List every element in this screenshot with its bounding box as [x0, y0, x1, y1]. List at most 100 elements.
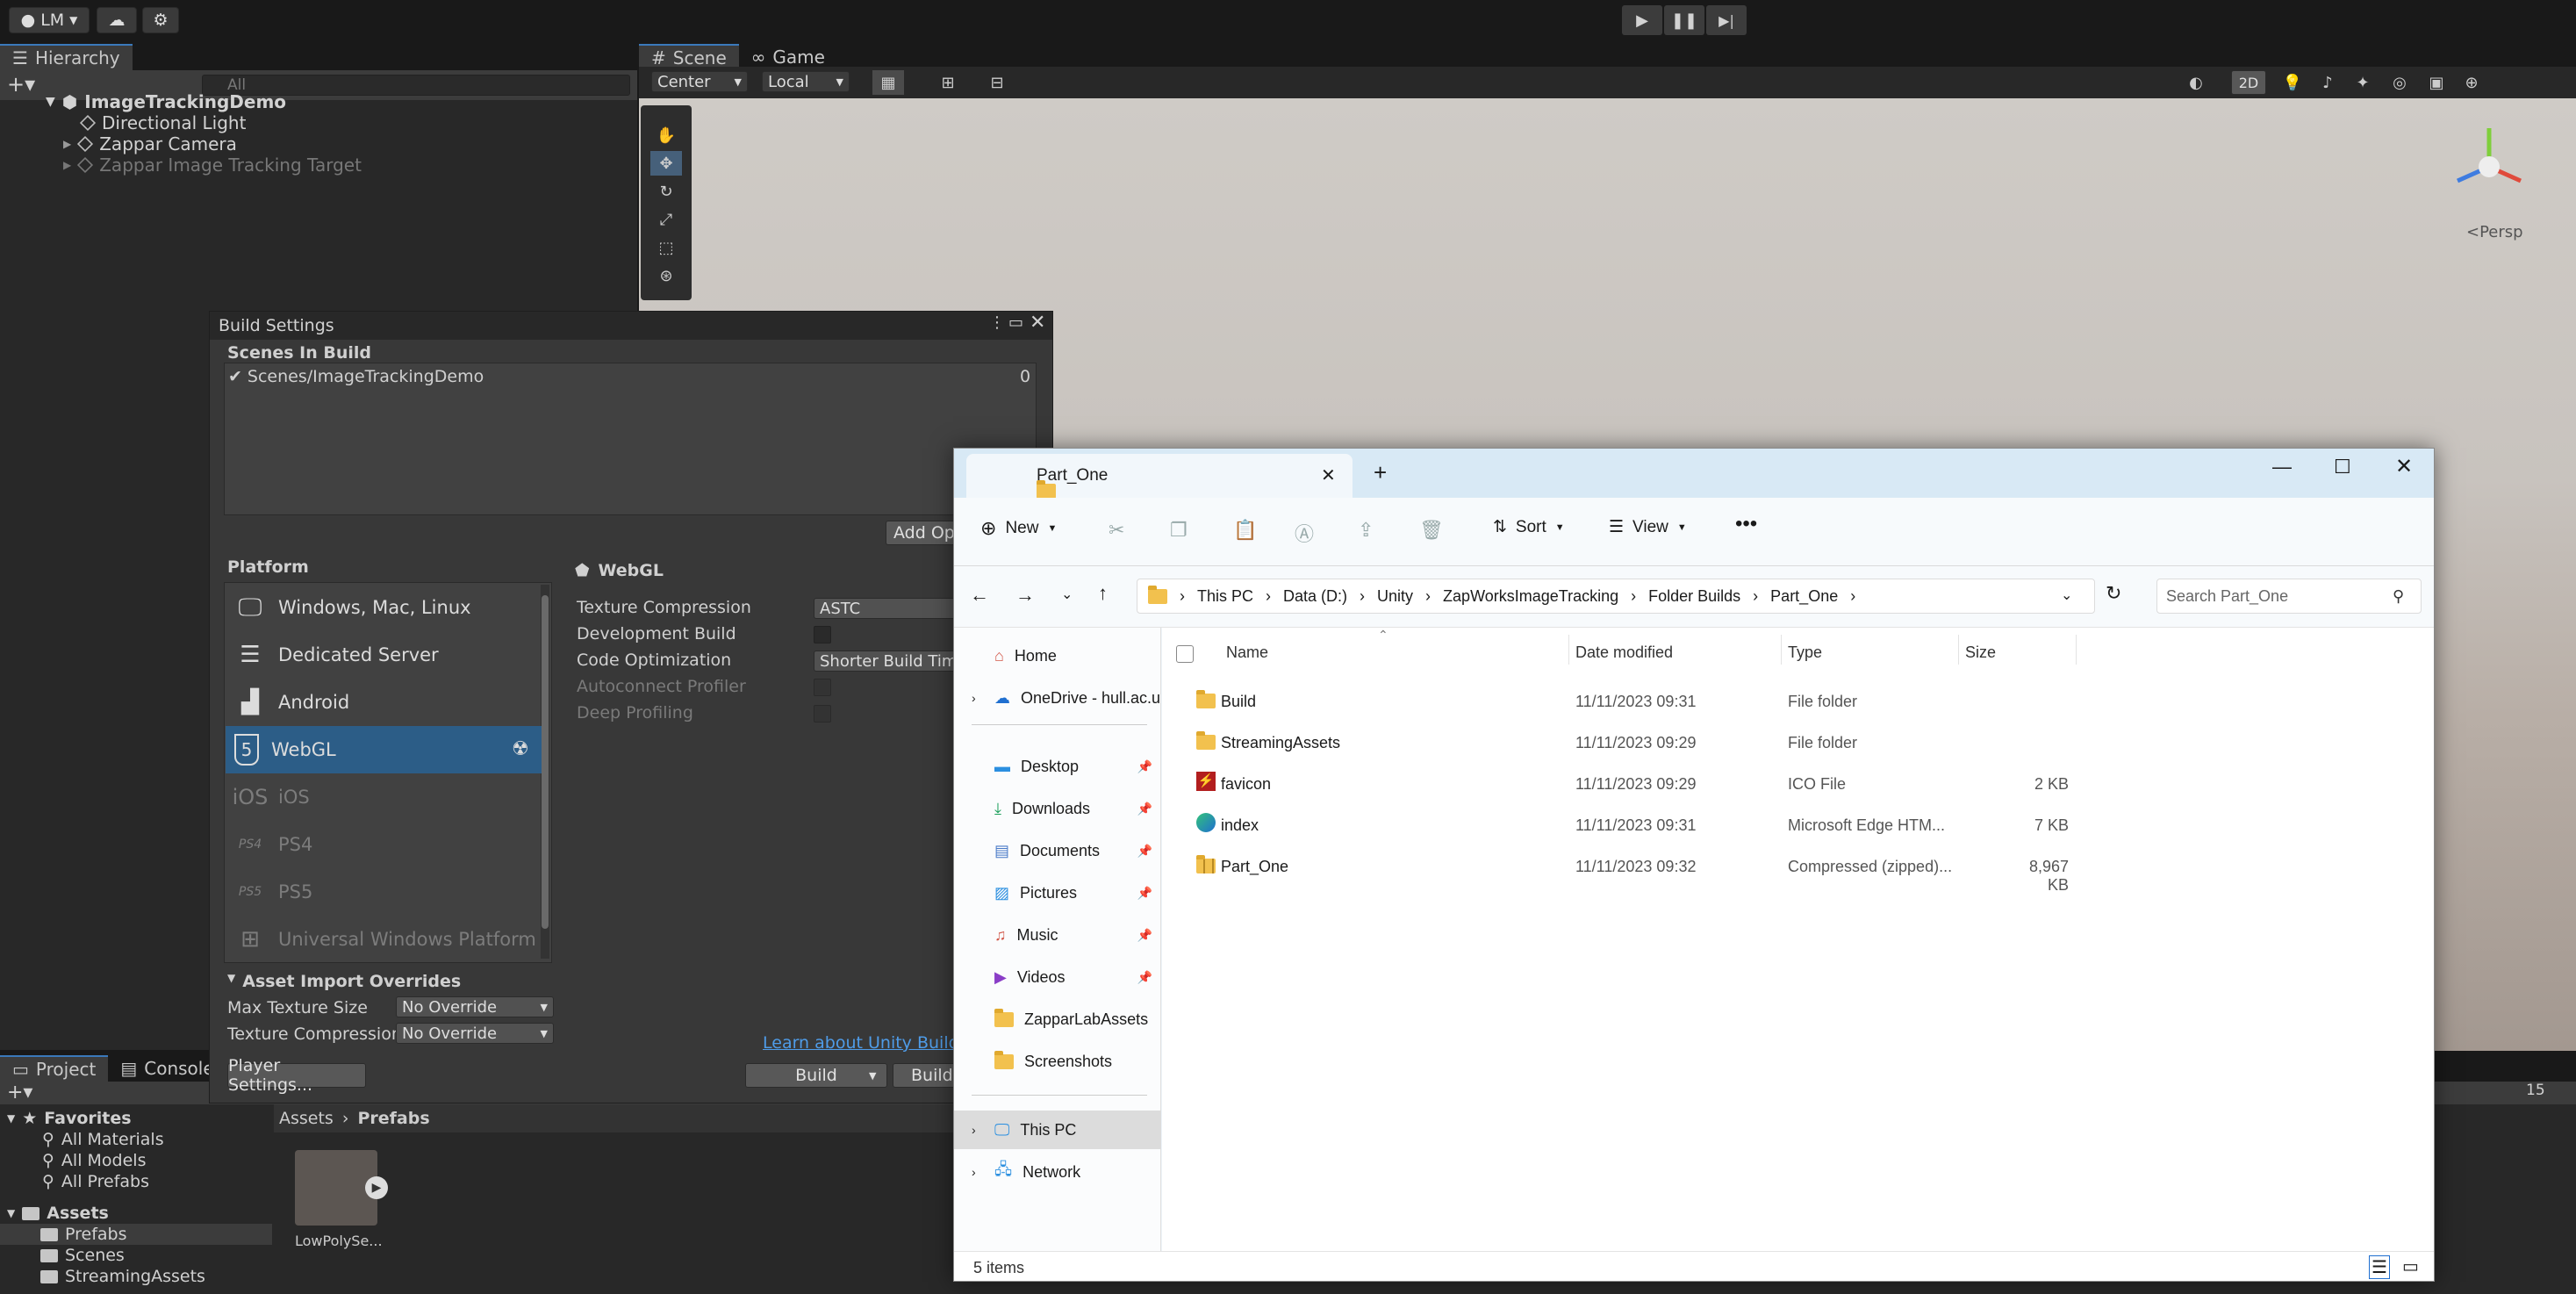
pin-icon[interactable]: 📌	[1137, 970, 1152, 985]
more-icon[interactable]: •••	[1735, 512, 1757, 536]
hierarchy-item[interactable]: ▶ Zappar Camera	[63, 133, 237, 155]
explorer-search-input[interactable]: Search Part_One ⚲	[2156, 579, 2422, 614]
play-preview-icon[interactable]: ▶	[365, 1176, 388, 1199]
platform-item-webgl[interactable]: 5 WebGL ☢	[226, 726, 542, 773]
platform-item-ios[interactable]: iOS iOS	[226, 773, 542, 821]
column-header-type[interactable]: Type	[1788, 643, 1822, 662]
draw-mode-icon[interactable]: ◐	[2180, 70, 2212, 95]
cut-icon[interactable]: ✂	[1109, 519, 1124, 542]
breadcrumb-item[interactable]: This PC	[1197, 587, 1253, 606]
menu-icon[interactable]: ⋮	[989, 313, 1005, 332]
breadcrumb-item[interactable]: ZapWorksImageTracking	[1443, 587, 1618, 606]
build-button[interactable]: Build ▼	[745, 1063, 887, 1088]
pin-icon[interactable]: 📌	[1137, 759, 1152, 774]
breadcrumb-assets[interactable]: Assets	[279, 1109, 334, 1128]
expand-icon[interactable]: ▶	[63, 159, 71, 171]
expand-icon[interactable]: ›	[972, 1123, 976, 1137]
mode-2d-button[interactable]: 2D	[2231, 70, 2266, 95]
back-icon[interactable]: ←	[970, 584, 989, 607]
file-row[interactable]: ⚡ favicon 11/11/2023 09:29 ICO File 2 KB	[1182, 763, 2429, 803]
rotate-tool-icon[interactable]: ↻	[650, 179, 682, 204]
favorite-item[interactable]: ⚲ All Prefabs	[42, 1171, 149, 1192]
tex-comp-dropdown[interactable]: No Override ▼	[396, 1023, 554, 1044]
rename-icon[interactable]: Ⓐ	[1295, 519, 1314, 547]
gizmos-icon[interactable]: ⊕	[2456, 70, 2487, 95]
sidebar-item-this-pc[interactable]: › 🖵 This PC	[954, 1111, 1161, 1149]
autoconnect-profiler-checkbox[interactable]	[814, 679, 831, 696]
expand-icon[interactable]: ›	[972, 691, 976, 705]
scene-entry[interactable]: ✔ Scenes/ImageTrackingDemo	[228, 367, 484, 386]
step-button[interactable]: ▶|	[1706, 5, 1747, 35]
breadcrumb-item[interactable]: Folder Builds	[1648, 587, 1740, 606]
sidebar-item-screenshots[interactable]: Screenshots	[954, 1042, 1161, 1081]
tiles-view-icon[interactable]: ▭	[2402, 1255, 2419, 1277]
asset-import-overrides-header[interactable]: ▼ Asset Import Overrides	[227, 972, 461, 991]
tab-hierarchy[interactable]: ☰ Hierarchy	[0, 44, 133, 70]
sidebar-item-downloads[interactable]: ⤓ Downloads 📌	[954, 789, 1161, 828]
account-dropdown[interactable]: ● LM ▼	[9, 7, 90, 33]
increment-icon[interactable]: ⊟	[981, 70, 1013, 95]
file-row[interactable]: index 11/11/2023 09:31 Microsoft Edge HT…	[1182, 804, 2429, 845]
expand-icon[interactable]: ▶	[63, 138, 71, 150]
sidebar-item-zapparlabassets[interactable]: ZapparLabAssets	[954, 1000, 1161, 1039]
close-window-icon[interactable]: ✕	[2395, 454, 2413, 479]
expand-icon[interactable]: ›	[972, 1165, 976, 1179]
pin-icon[interactable]: 📌	[1137, 844, 1152, 859]
pin-icon[interactable]: 📌	[1137, 928, 1152, 943]
breadcrumb-item[interactable]: Data (D:)	[1283, 587, 1347, 606]
sidebar-item-pictures[interactable]: ▨ Pictures 📌	[954, 873, 1161, 912]
delete-icon[interactable]: 🗑	[1419, 519, 1444, 542]
development-build-checkbox[interactable]	[814, 626, 831, 643]
file-row[interactable]: StreamingAssets 11/11/2023 09:29 File fo…	[1182, 722, 2429, 762]
projection-label[interactable]: <Persp	[2466, 223, 2523, 241]
lighting-icon[interactable]: 💡	[2277, 70, 2308, 95]
file-row[interactable]: Build 11/11/2023 09:31 File folder	[1182, 680, 2429, 721]
camera-icon[interactable]: ▣	[2421, 70, 2452, 95]
snap-icon[interactable]: ⊞	[932, 70, 964, 95]
details-view-icon[interactable]: ☰	[2369, 1255, 2390, 1279]
paste-icon[interactable]: 📋	[1233, 519, 1257, 542]
minimize-icon[interactable]: —	[2272, 456, 2292, 478]
visibility-icon[interactable]: ◎	[2384, 70, 2415, 95]
asset-folder[interactable]: StreamingAssets	[40, 1266, 205, 1287]
forward-icon[interactable]: →	[1015, 584, 1035, 607]
checkmark-icon[interactable]: ✔	[228, 367, 242, 386]
chevron-down-icon[interactable]: ▼	[869, 1070, 876, 1082]
column-header-size[interactable]: Size	[1965, 643, 1996, 662]
address-bar[interactable]: › This PC › Data (D:) › Unity › ZapWorksIma…	[1137, 579, 2095, 614]
cloud-button[interactable]: ☁	[97, 7, 137, 33]
favorite-item[interactable]: ⚲ All Materials	[42, 1129, 164, 1150]
move-tool-icon[interactable]: ✥	[650, 151, 682, 176]
refresh-icon[interactable]: ↻	[2106, 582, 2121, 605]
tab-project[interactable]: ▭ Project	[0, 1055, 109, 1082]
breadcrumb-prefabs[interactable]: Prefabs	[357, 1109, 429, 1128]
breadcrumb-item[interactable]: Unity	[1377, 587, 1413, 606]
asset-folder[interactable]: Prefabs	[0, 1224, 272, 1245]
assets-header[interactable]: ▼ Assets	[7, 1203, 109, 1224]
file-row[interactable]: Part_One 11/11/2023 09:32 Compressed (zi…	[1182, 845, 2429, 894]
platform-item-ps5[interactable]: PS5 PS5	[226, 868, 542, 916]
favorite-item[interactable]: ⚲ All Models	[42, 1150, 146, 1171]
orientation-gizmo[interactable]	[2445, 123, 2533, 211]
scale-tool-icon[interactable]: ⤢	[650, 207, 682, 232]
expand-icon[interactable]: ▼	[46, 95, 55, 109]
new-button[interactable]: ⊕ New ▼	[980, 517, 1057, 540]
view-button[interactable]: ☰ View ▼	[1609, 517, 1687, 537]
hierarchy-item[interactable]: ▶ Zappar Image Tracking Target	[63, 155, 362, 176]
scene-root[interactable]: ▼ ⬢ ImageTrackingDemo	[46, 91, 286, 112]
platform-item-ps4[interactable]: PS4 PS4	[226, 821, 542, 868]
sidebar-item-music[interactable]: ♫ Music 📌	[954, 916, 1161, 954]
breadcrumb-item[interactable]: Part_One	[1770, 587, 1838, 606]
copy-icon[interactable]: ❐	[1170, 519, 1188, 542]
space-dropdown[interactable]: Local ▼	[762, 71, 850, 92]
deep-profiling-checkbox[interactable]	[814, 705, 831, 722]
recent-icon[interactable]: ⌄	[1061, 586, 1073, 603]
add-icon[interactable]: +▾	[7, 72, 35, 97]
pin-icon[interactable]: 📌	[1137, 802, 1152, 816]
effects-icon[interactable]: ✦	[2347, 70, 2379, 95]
sort-button[interactable]: ⇅ Sort ▼	[1493, 517, 1565, 537]
favorites-header[interactable]: ▼ ★ Favorites	[7, 1108, 132, 1129]
pause-button[interactable]: ❚❚	[1664, 5, 1704, 35]
column-header-date[interactable]: Date modified	[1575, 643, 1673, 662]
close-tab-icon[interactable]: ✕	[1321, 464, 1336, 486]
